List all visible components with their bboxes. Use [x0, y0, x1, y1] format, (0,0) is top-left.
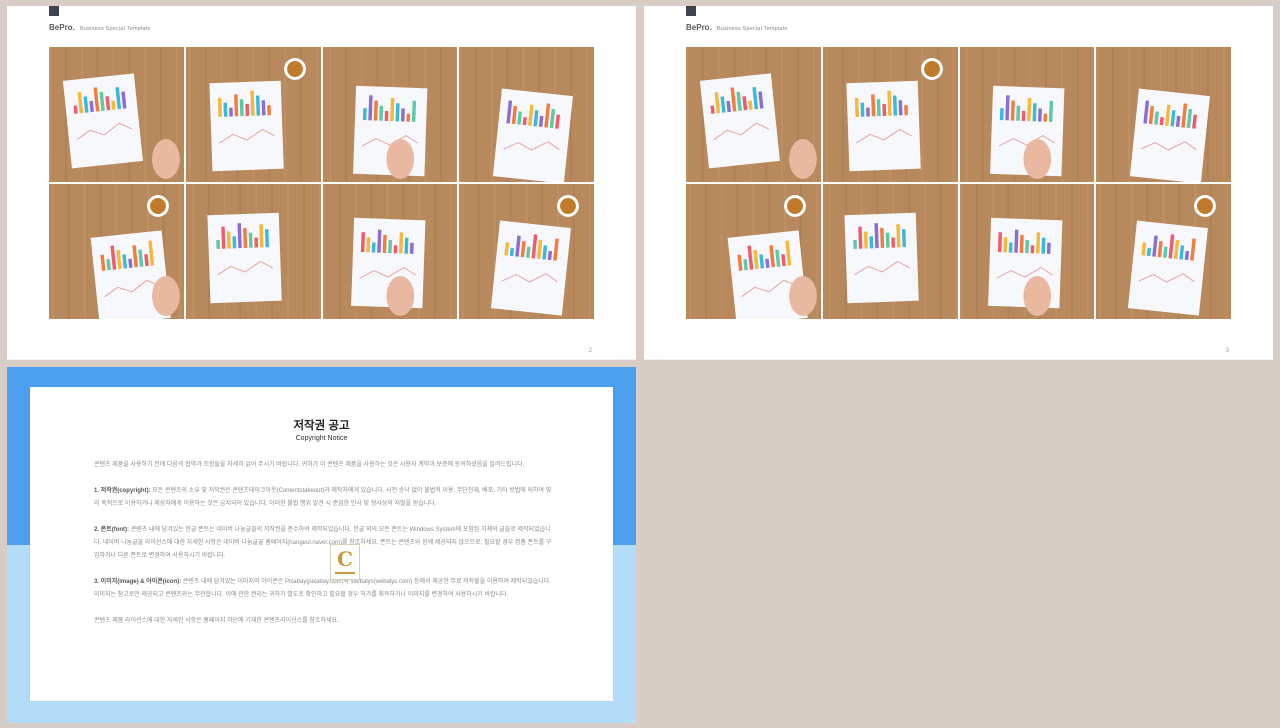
- photo-grid: [686, 47, 1231, 319]
- logo-square: [686, 6, 696, 16]
- footer-line: [7, 359, 636, 360]
- photo-tile: [459, 184, 594, 319]
- desk-photo: [459, 47, 594, 182]
- section-heading: 1. 저작권(copyright):: [94, 488, 151, 494]
- notice-subtitle: Copyright Notice: [295, 435, 348, 442]
- notice-card: 저작권 공고 Copyright Notice 콘텐츠 제품을 사용하기 전에 …: [30, 387, 613, 701]
- notice-body: 콘텐츠 제품을 사용하기 전에 다음의 협약과 조항들을 자세히 읽어 주시기 …: [94, 459, 554, 641]
- desk-photo: [185, 47, 321, 182]
- slide-3[interactable]: BePro. Business Special Template 3: [644, 6, 1273, 360]
- badge-letter: C: [337, 547, 353, 571]
- photo-tile: [822, 47, 958, 182]
- photo-tile: [686, 47, 821, 182]
- photo-tile: [1096, 184, 1231, 319]
- section-heading: 3. 이미지(image) & 아이콘(icon):: [94, 579, 182, 585]
- desk-photo: [822, 47, 958, 182]
- notice-title: 저작권 공고: [293, 420, 350, 432]
- footer-line: [644, 359, 1273, 360]
- photo-tile: [959, 47, 1095, 182]
- section-text: 모든 콘텐츠의 소유 및 저작권은 콘텐츠테이크아웃(Contentstakeo…: [94, 488, 552, 507]
- badge-underline: [335, 572, 355, 574]
- photo-tile: [1096, 47, 1231, 182]
- photo-tile: [49, 47, 184, 182]
- brand-name: BePro.: [49, 23, 75, 32]
- desk-photo: [1096, 184, 1231, 319]
- logo-square: [49, 6, 59, 16]
- desk-photo: [322, 47, 458, 182]
- desk-photo: [49, 184, 184, 319]
- notice-intro: 콘텐츠 제품을 사용하기 전에 다음의 협약과 조항들을 자세히 읽어 주시기 …: [94, 462, 525, 468]
- brand-tagline: Business Special Template: [717, 26, 788, 32]
- section-heading: 2. 폰트(font):: [94, 527, 130, 533]
- section-text: 콘텐츠 내에 담겨있는 한글 폰트는 네이버 나눔글꼴의 저작권을 준수하여 제…: [94, 527, 552, 559]
- photo-tile: [459, 47, 594, 182]
- desk-photo: [185, 184, 321, 319]
- desk-photo: [459, 184, 594, 319]
- brand-tagline: Business Special Template: [80, 26, 151, 32]
- desk-photo: [822, 184, 958, 319]
- desk-photo: [959, 47, 1095, 182]
- notice-section-copyright: 1. 저작권(copyright): 모든 콘텐츠의 소유 및 저작권은 콘텐츠…: [94, 485, 554, 511]
- desk-photo: [686, 184, 821, 319]
- photo-tile: [185, 47, 321, 182]
- photo-tile: [322, 47, 458, 182]
- copyright-notice-slide[interactable]: 저작권 공고 Copyright Notice 콘텐츠 제품을 사용하기 전에 …: [7, 367, 636, 723]
- photo-tile: [822, 184, 958, 319]
- photo-tile: [686, 184, 821, 319]
- brand-logo: BePro. Business Special Template: [686, 23, 788, 32]
- page-number: 2: [588, 348, 592, 354]
- photo-tile: [959, 184, 1095, 319]
- desk-photo: [322, 184, 458, 319]
- brand-logo: BePro. Business Special Template: [49, 23, 151, 32]
- photo-grid: [49, 47, 594, 319]
- desk-photo: [49, 47, 184, 182]
- notice-section-font: 2. 폰트(font): 콘텐츠 내에 담겨있는 한글 폰트는 네이버 나눔글꼴…: [94, 524, 554, 563]
- photo-tile: [49, 184, 184, 319]
- notice-section-image: 3. 이미지(image) & 아이콘(icon): 콘텐츠 내에 담겨있는 이…: [94, 576, 554, 602]
- notice-footer: 콘텐츠 제품 라이선스에 대한 자세한 사항은 홈페이지 하단에 기재한 콘텐츠…: [94, 618, 339, 624]
- desk-photo: [959, 184, 1095, 319]
- photo-tile: [185, 184, 321, 319]
- desk-photo: [686, 47, 821, 182]
- page-number: 3: [1225, 348, 1229, 354]
- photo-tile: [322, 184, 458, 319]
- slide-2[interactable]: BePro. Business Special Template 2: [7, 6, 636, 360]
- desk-photo: [1096, 47, 1231, 182]
- content-badge-icon: C: [330, 544, 360, 580]
- brand-name: BePro.: [686, 23, 712, 32]
